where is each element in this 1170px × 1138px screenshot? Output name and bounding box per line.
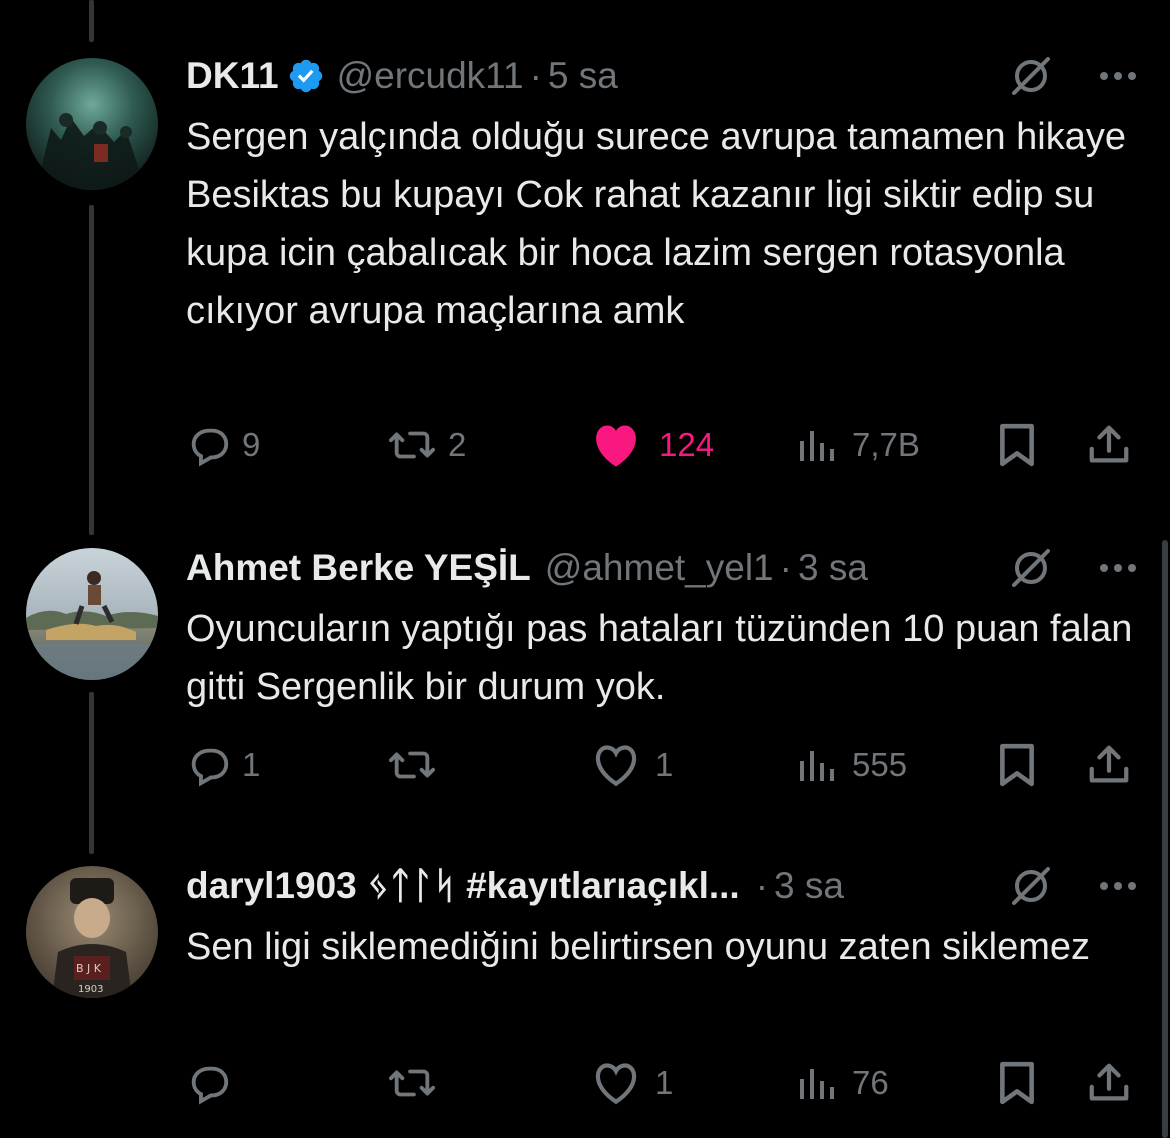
more-options-icon[interactable] [1098,562,1138,574]
separator-dot: · [529,55,542,96]
avatar[interactable] [26,58,158,190]
bookmark-icon [1000,743,1034,787]
retweet-button[interactable]: 2 [386,420,466,470]
retweet-icon [388,1069,435,1097]
heart-filled-icon [596,425,636,467]
scrollbar[interactable] [1162,540,1168,1138]
views-icon [800,431,834,461]
reply-button[interactable]: 1 [186,740,260,790]
grok-icon[interactable] [1008,545,1054,591]
bookmark-button[interactable] [996,740,1038,790]
svg-text:B J K: B J K [76,962,102,975]
grok-icon[interactable] [1008,863,1054,909]
views-icon [800,1069,834,1099]
timestamp[interactable]: 5 sa [548,52,618,100]
tweet-header: DK11 @ercudk11 · 5 sa [186,52,1150,100]
grok-icon[interactable] [1008,53,1054,99]
retweet-button[interactable] [386,740,448,790]
views-button[interactable]: 7,7B [796,420,920,470]
like-count: 1 [655,746,674,783]
reply-button[interactable]: 9 [186,420,260,470]
tweet[interactable]: DK11 @ercudk11 · 5 sa Sergen yalçında ol… [0,0,1170,520]
bookmark-icon [1000,423,1034,467]
views-count: 555 [852,746,908,783]
heart-icon [595,745,637,787]
reply-icon [191,748,229,787]
tweet-actions: 1 76 [186,1058,1136,1108]
views-count: 76 [852,1064,889,1101]
tweet-header: daryl1903 ᛃᛏᛚᛋ #kayıtlarıaçıkl... · 3 sa [186,862,1150,910]
reply-icon [191,1066,229,1105]
like-button[interactable]: 124 [591,420,714,470]
reply-count: 1 [242,746,261,783]
header-actions [1008,544,1150,592]
views-count: 7,7B [852,426,920,463]
handle[interactable]: @ahmet_yel1 [545,544,774,592]
separator-dot: · [779,547,792,588]
views-button[interactable]: 555 [796,740,907,790]
separator-dot: · [755,865,769,906]
share-icon [1089,745,1129,783]
avatar[interactable] [26,548,158,680]
like-button[interactable]: 1 [591,1058,673,1108]
tweet-text: Sen ligi siklemediğini belirtirsen oyunu… [186,926,1090,968]
bookmark-button[interactable] [996,420,1038,470]
thread-line [89,692,94,854]
share-button[interactable] [1086,740,1132,790]
share-icon [1089,425,1129,463]
avatar[interactable]: B J K 1903 [26,866,158,998]
timestamp[interactable]: 3 sa [774,862,844,910]
display-name[interactable]: daryl1903 ᛃᛏᛚᛋ #kayıtlarıaçıkl... [186,862,740,910]
retweet-icon [388,751,435,779]
retweet-count: 2 [448,426,467,463]
share-button[interactable] [1086,420,1132,470]
retweet-icon [388,431,435,459]
reply-icon [191,428,229,467]
concert-photo-avatar [26,58,158,190]
views-button[interactable]: 76 [796,1058,889,1108]
tweet-text: Sergen yalçında olduğu surece avrupa tam… [186,116,1127,332]
like-button[interactable]: 1 [591,740,673,790]
header-actions [1008,862,1150,910]
display-name[interactable]: DK11 [186,52,279,100]
share-icon [1089,1063,1129,1101]
verified-badge-icon [287,57,325,95]
like-count: 124 [659,426,715,463]
header-actions [1008,52,1150,100]
views-icon [800,751,834,781]
tweet-text: Oyuncuların yaptığı pas hataları tüzünde… [186,608,1133,708]
handle[interactable]: @ercudk11 [337,52,524,100]
tweet-actions: 1 1 555 [186,740,1136,790]
portrait-bjk-avatar: B J K 1903 [26,866,158,998]
more-options-icon[interactable] [1098,880,1138,892]
tweet-actions: 9 2 124 7,7B [186,420,1136,470]
reply-button[interactable] [186,1058,242,1108]
seaside-photo-avatar [26,548,158,680]
tweet-header: Ahmet Berke YEŞİL @ahmet_yel1 · 3 sa [186,544,1150,592]
like-count: 1 [655,1064,674,1101]
more-options-icon[interactable] [1098,70,1138,82]
svg-text:1903: 1903 [78,984,103,995]
display-name[interactable]: Ahmet Berke YEŞİL [186,544,531,592]
bookmark-button[interactable] [996,1058,1038,1108]
reply-count: 9 [242,426,261,463]
bookmark-icon [1000,1061,1034,1105]
share-button[interactable] [1086,1058,1132,1108]
timestamp[interactable]: 3 sa [798,544,868,592]
reply-feed: DK11 @ercudk11 · 5 sa Sergen yalçında ol… [0,0,1170,1138]
retweet-button[interactable] [386,1058,448,1108]
heart-icon [595,1063,637,1105]
